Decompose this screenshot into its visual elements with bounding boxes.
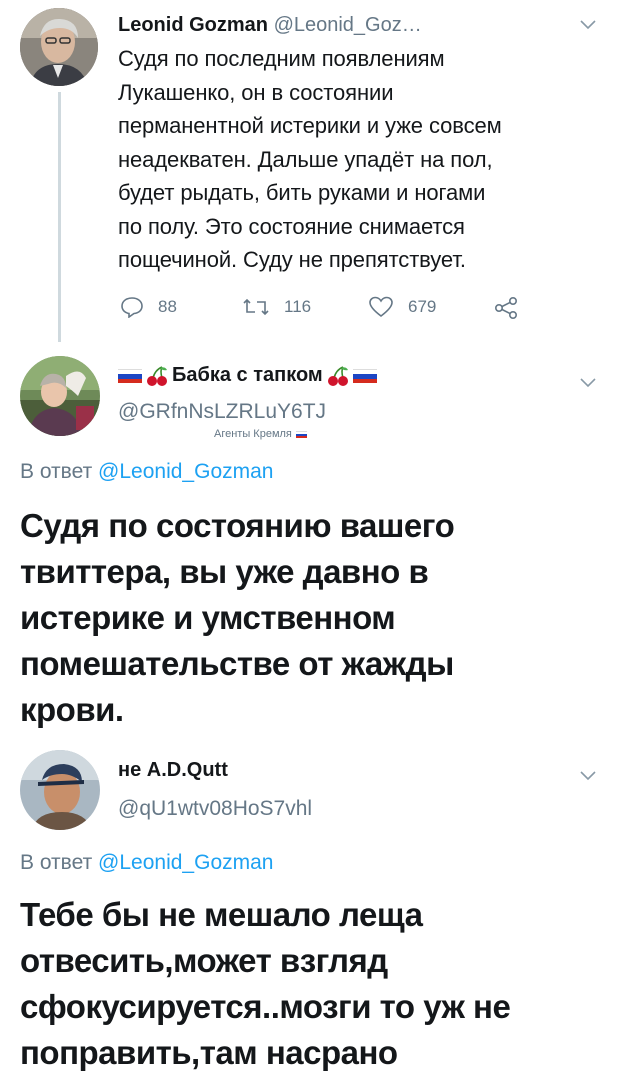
reply-context: В ответ @Leonid_Gozman bbox=[20, 460, 274, 483]
avatar[interactable] bbox=[20, 356, 100, 436]
avatar[interactable] bbox=[20, 8, 98, 86]
cherry-icon bbox=[327, 365, 348, 386]
author-name[interactable]: не A.D.Qutt bbox=[118, 759, 228, 782]
like-button[interactable]: 679 bbox=[368, 296, 436, 318]
share-icon bbox=[494, 297, 517, 319]
reply-icon bbox=[121, 297, 143, 318]
like-icon bbox=[369, 296, 393, 318]
reply-mention-link[interactable]: @Leonid_Gozman bbox=[98, 851, 273, 874]
like-count: 679 bbox=[408, 297, 437, 316]
chevron-down-icon[interactable] bbox=[580, 372, 596, 393]
tweet-text: Судя по состоянию вашего твиттера, вы уж… bbox=[20, 507, 455, 728]
tweet-text: Тебе бы не мешало леща отвесить,может вз… bbox=[20, 896, 511, 1071]
retweet-count: 116 bbox=[284, 297, 312, 316]
retweet-button[interactable]: 116 bbox=[242, 296, 311, 318]
author-name[interactable]: Leonid Gozman bbox=[118, 14, 268, 36]
chevron-down-icon[interactable] bbox=[580, 14, 596, 35]
author-handle[interactable]: @Leonid_Goz… bbox=[274, 14, 422, 36]
thread-connector bbox=[58, 92, 61, 342]
avatar[interactable] bbox=[20, 750, 100, 830]
reply-button[interactable]: 88 bbox=[120, 296, 177, 318]
reply-count: 88 bbox=[158, 297, 177, 316]
avatar-photo bbox=[20, 750, 100, 830]
tweet-text: Судя по последним появлениям Лукашенко, … bbox=[118, 46, 502, 272]
russian-flag-icon bbox=[295, 430, 307, 439]
avatar-photo bbox=[20, 356, 100, 436]
author-name-row[interactable]: Бабка с тапком bbox=[118, 364, 377, 387]
cherry-icon bbox=[147, 365, 167, 386]
author-name[interactable]: Бабка с тапком bbox=[172, 364, 323, 387]
share-button[interactable] bbox=[494, 297, 518, 319]
russian-flag-icon bbox=[118, 368, 142, 384]
retweet-icon bbox=[243, 298, 269, 316]
russian-flag-icon bbox=[352, 368, 377, 384]
chevron-down-icon[interactable] bbox=[580, 765, 596, 786]
author-tagline: Агенты Кремля bbox=[214, 428, 307, 440]
author-handle[interactable]: @qU1wtv08HoS7vhl bbox=[118, 797, 312, 821]
reply-context: В ответ @Leonid_Gozman bbox=[20, 851, 274, 874]
avatar-photo bbox=[20, 8, 98, 86]
author-handle[interactable]: @GRfnNsLZRLuY6TJ bbox=[118, 400, 326, 424]
reply-mention-link[interactable]: @Leonid_Gozman bbox=[98, 460, 273, 483]
